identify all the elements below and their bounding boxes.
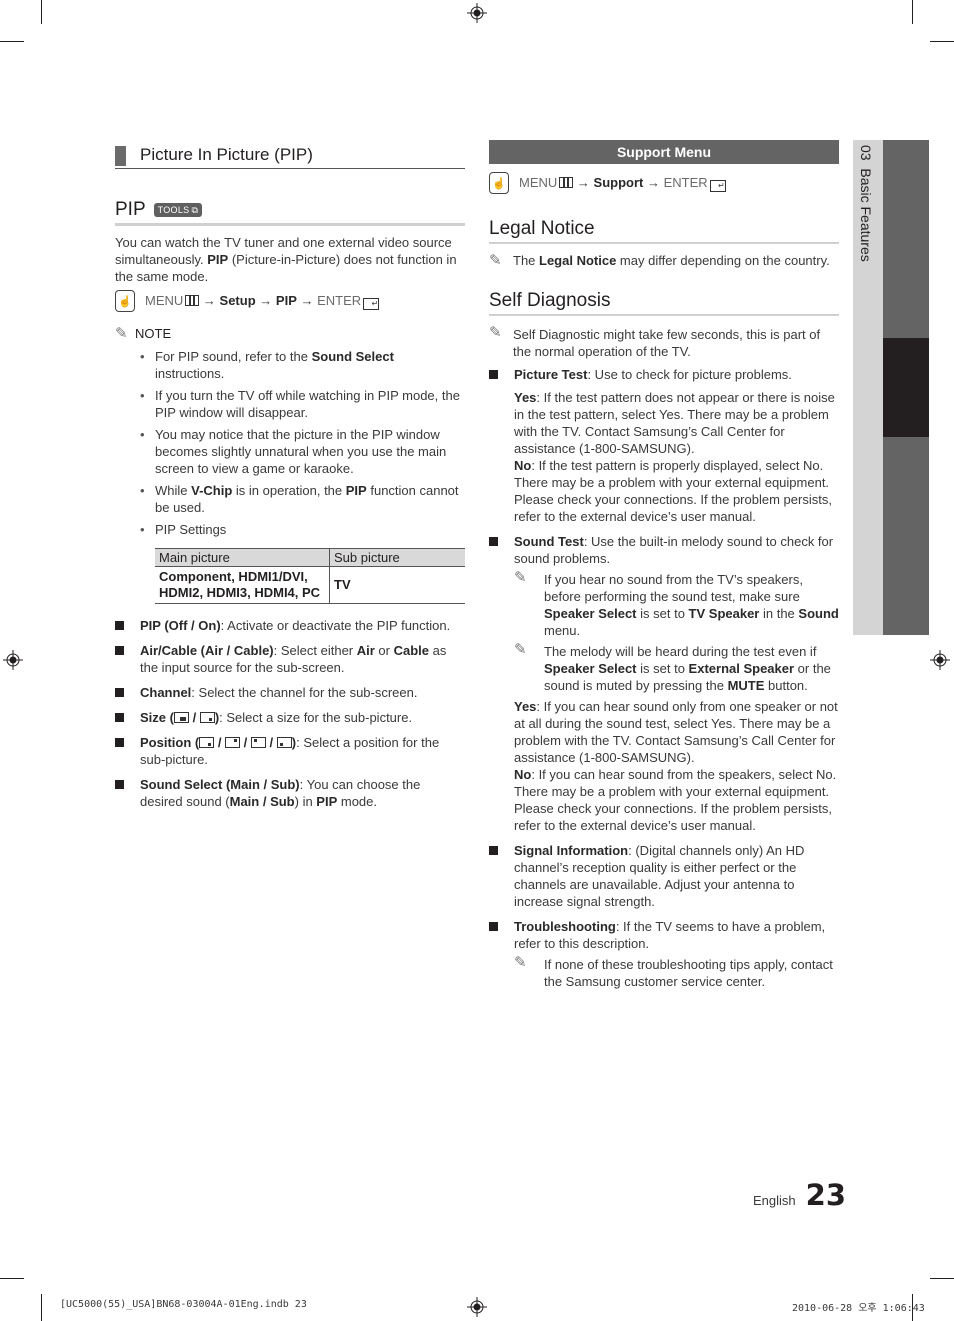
left-column: Picture In Picture (PIP) PIP TOOLS ⧉ You … (115, 140, 465, 818)
crop-mark (912, 0, 913, 24)
position-top-right-icon (225, 737, 241, 748)
table-cell: Component, HDMI1/DVI, HDMI2, HDMI3, HDMI… (155, 566, 330, 604)
crop-mark (0, 1278, 24, 1279)
print-slug-timestamp: 2010-06-28 오후 1:06:43 (792, 1303, 925, 1314)
note-item: If you turn the TV off while watching in… (140, 387, 465, 421)
diagnosis-note: ✎ Self Diagnostic might take few seconds,… (489, 324, 821, 359)
list-item-signal-information: Signal Information: (Digital channels on… (489, 842, 839, 910)
note-header: ✎ NOTE (115, 325, 172, 342)
pencil-note-icon: ✎ (514, 569, 527, 586)
chapter-tab-block (883, 140, 929, 338)
crop-mark (41, 1294, 42, 1321)
heading-rule (489, 242, 839, 244)
legal-note: ✎ The Legal Notice may differ depending o… (489, 252, 830, 269)
list-item: Size ( / ): Select a size for the sub-pi… (115, 709, 465, 726)
remote-hand-icon: ☝ (489, 172, 509, 194)
self-diagnosis-section: Self Diagnosis ✎ Self Diagnostic might ta… (489, 290, 839, 990)
remote-hand-icon: ☝ (115, 290, 135, 312)
page-footer: English 23 (753, 1178, 846, 1212)
sound-note: ✎ If you hear no sound from the TV’s spea… (514, 569, 839, 638)
enter-icon: ↵ (709, 179, 726, 192)
size-small-icon (199, 712, 215, 723)
list-item-picture-test: Picture Test: Use to check for picture p… (489, 366, 839, 525)
table-header: Sub picture (329, 548, 465, 567)
crop-mark (0, 41, 24, 42)
section-header: Picture In Picture (PIP) (115, 140, 465, 169)
crop-mark (930, 41, 954, 42)
menu-path: ☝ MENU → Setup → PIP → ENTER ↵ (115, 290, 465, 312)
pencil-note-icon: ✎ (489, 324, 502, 341)
enter-icon: ↵ (363, 297, 380, 310)
menu-icon (185, 294, 200, 306)
pip-heading-row: PIP TOOLS ⧉ (115, 199, 465, 226)
list-item: Position ( / / / ): Select a position fo… (115, 734, 465, 768)
table-row: Component, HDMI1/DVI, HDMI2, HDMI3, HDMI… (155, 566, 465, 604)
pencil-note-icon: ✎ (514, 641, 527, 658)
pencil-note-icon: ✎ (115, 325, 128, 342)
chapter-tab-block-active (883, 338, 929, 437)
list-item-sound-test: Sound Test: Use the built-in melody soun… (489, 533, 839, 834)
registration-mark-icon (467, 3, 487, 23)
registration-mark-icon (467, 1297, 487, 1317)
pip-options-list: PIP (Off / On): Activate or deactivate t… (115, 617, 465, 810)
list-item: PIP (Off / On): Activate or deactivate t… (115, 617, 465, 634)
menu-path: ☝ MENU → Support → ENTER ↵ (489, 172, 839, 194)
position-top-left-icon (250, 737, 266, 748)
table-header: Main picture (155, 548, 330, 567)
tools-badge: TOOLS ⧉ (153, 203, 203, 217)
note-item: PIP Settings (140, 521, 465, 538)
troubleshooting-note: ✎ If none of these troubleshooting tips a… (514, 954, 833, 989)
table-header-row: Main picture Sub picture (155, 548, 465, 567)
diagnosis-list: Picture Test: Use to check for picture p… (489, 366, 839, 990)
sound-note: ✎ The melody will be heard during the tes… (514, 641, 831, 693)
section-title: Picture In Picture (PIP) (140, 145, 313, 164)
self-diagnosis-heading: Self Diagnosis (489, 290, 611, 311)
section-marker (115, 146, 126, 166)
position-bottom-right-icon (199, 737, 215, 748)
chapter-tab-block (883, 437, 929, 635)
note-item: For PIP sound, refer to the Sound Select… (140, 348, 465, 382)
legal-notice-section: Legal Notice ✎ The Legal Notice may diffe… (489, 218, 839, 269)
support-menu-banner: Support Menu (489, 140, 839, 164)
pip-settings-table: Main picture Sub picture Component, HDMI… (155, 548, 465, 604)
print-slug-file: [UC5000(55)_USA]BN68-03004A-01Eng.indb 2… (60, 1299, 307, 1310)
tools-icon: ⧉ (191, 204, 199, 215)
right-column: Support Menu ☝ MENU → Support → ENTER ↵ L… (489, 140, 839, 998)
tools-badge-label: TOOLS (157, 205, 190, 215)
pip-intro: You can watch the TV tuner and one exter… (115, 235, 457, 284)
pencil-note-icon: ✎ (489, 252, 502, 269)
size-large-icon (173, 712, 189, 723)
pencil-note-icon: ✎ (514, 954, 527, 971)
language-label: English (753, 1193, 796, 1208)
chapter-tab-label: 03 Basic Features (858, 145, 874, 262)
position-bottom-left-icon (276, 737, 292, 748)
page-number: 23 (805, 1178, 846, 1212)
list-item: Channel: Select the channel for the sub-… (115, 684, 465, 701)
note-list: For PIP sound, refer to the Sound Select… (140, 348, 465, 538)
crop-mark (930, 1278, 954, 1279)
note-item: While V-Chip is in operation, the PIP fu… (140, 482, 465, 516)
pip-heading: PIP (115, 199, 146, 220)
registration-mark-icon (930, 650, 950, 670)
list-item: Air/Cable (Air / Cable): Select either A… (115, 642, 465, 676)
table-cell: TV (329, 566, 465, 604)
registration-mark-icon (3, 650, 23, 670)
heading-rule (489, 314, 839, 316)
menu-icon (559, 176, 574, 188)
list-item-troubleshooting: Troubleshooting: If the TV seems to have… (489, 918, 839, 990)
legal-notice-heading: Legal Notice (489, 218, 595, 239)
note-item: You may notice that the picture in the P… (140, 426, 465, 477)
heading-rule (115, 223, 465, 226)
crop-mark (41, 0, 42, 24)
list-item: Sound Select (Main / Sub): You can choos… (115, 776, 465, 810)
